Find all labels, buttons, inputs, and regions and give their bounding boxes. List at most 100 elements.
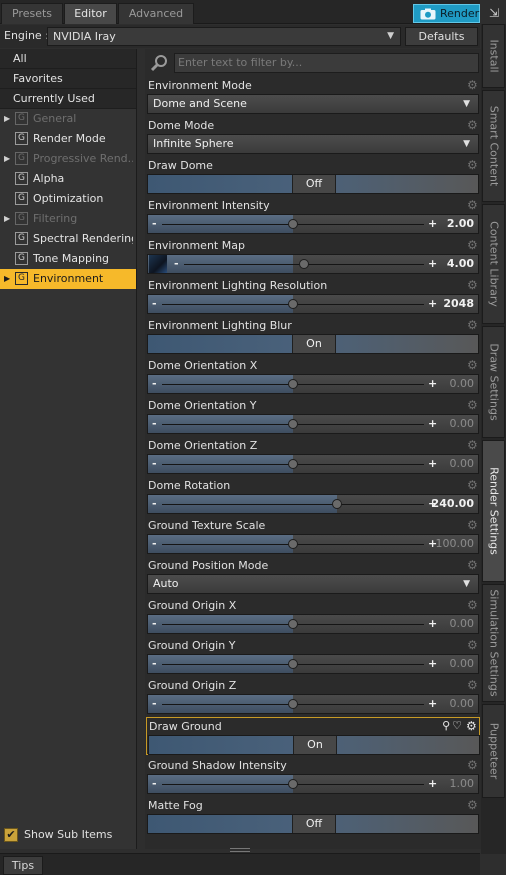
side-tab-render-settings[interactable]: Render Settings	[482, 440, 505, 582]
side-tab-simulation-settings[interactable]: Simulation Settings	[482, 584, 505, 702]
increment-button[interactable]: +	[428, 775, 437, 792]
property-toggle[interactable]: Off	[147, 814, 479, 834]
slider-value[interactable]: 0.00	[450, 375, 475, 393]
category-item-filtering[interactable]: ▶ G Filtering	[0, 209, 136, 229]
category-item-render-mode[interactable]: G Render Mode	[0, 129, 136, 149]
toggle-switch[interactable]: Off	[292, 815, 336, 833]
slider-knob[interactable]	[288, 379, 298, 389]
gear-icon[interactable]: ⚙	[467, 519, 479, 531]
expand-arrow-icon[interactable]: ▶	[4, 209, 10, 228]
side-tab-draw-settings[interactable]: Draw Settings	[482, 326, 505, 438]
side-tab-smart-content[interactable]: Smart Content	[482, 90, 505, 202]
gear-icon[interactable]: ⚙	[467, 759, 479, 771]
slider-value[interactable]: 2.00	[447, 215, 474, 233]
gear-icon[interactable]: ⚙	[467, 79, 479, 91]
expand-arrow-icon[interactable]: ▶	[4, 109, 10, 128]
slider-knob[interactable]	[288, 539, 298, 549]
slider-knob[interactable]	[288, 219, 298, 229]
gear-icon[interactable]: ⚙	[467, 279, 479, 291]
property-dropdown[interactable]: Auto ▼	[147, 574, 479, 594]
filter-currently-used[interactable]: Currently Used	[0, 89, 136, 109]
toggle-switch[interactable]: On	[292, 335, 336, 353]
decrement-button[interactable]: -	[152, 695, 157, 712]
filter-all[interactable]: All	[0, 49, 136, 69]
category-item-spectral-rendering[interactable]: G Spectral Rendering	[0, 229, 136, 249]
slider-knob[interactable]	[299, 259, 309, 269]
property-slider[interactable]: - +4.00	[147, 254, 479, 274]
category-item-tone-mapping[interactable]: G Tone Mapping	[0, 249, 136, 269]
slider-knob[interactable]	[331, 499, 342, 509]
increment-button[interactable]: +	[428, 415, 437, 432]
category-item-progressive-rend[interactable]: ▶ G Progressive Rend...	[0, 149, 136, 169]
increment-button[interactable]: +	[428, 215, 437, 232]
gear-icon[interactable]: ⚙	[467, 559, 479, 571]
property-slider[interactable]: - +0.00	[147, 654, 479, 674]
category-item-general[interactable]: ▶ G General	[0, 109, 136, 129]
slider-knob[interactable]	[288, 299, 298, 309]
category-item-optimization[interactable]: G Optimization	[0, 189, 136, 209]
toggle-switch[interactable]: Off	[292, 175, 336, 193]
decrement-button[interactable]: -	[152, 455, 157, 472]
increment-button[interactable]: +	[428, 255, 437, 272]
slider-knob[interactable]	[288, 419, 298, 429]
gear-icon[interactable]: ⚙	[467, 599, 479, 611]
gear-icon[interactable]: ⚙	[467, 199, 479, 211]
gear-icon[interactable]: ⚙	[467, 439, 479, 451]
gear-icon[interactable]: ⚙	[467, 639, 479, 651]
decrement-button[interactable]: -	[152, 295, 157, 312]
expand-arrow-icon[interactable]: ▶	[4, 269, 10, 288]
defaults-button[interactable]: Defaults	[405, 27, 478, 46]
slider-value[interactable]: 0.00	[450, 655, 475, 673]
gear-icon[interactable]: ⚙	[467, 679, 479, 691]
gear-icon[interactable]: ⚙	[467, 159, 479, 171]
property-slider[interactable]: - +2048	[147, 294, 479, 314]
checkbox-checked-icon[interactable]: ✔	[4, 828, 18, 842]
slider-value[interactable]: 4.00	[447, 255, 474, 273]
decrement-button[interactable]: -	[152, 495, 157, 512]
slider-knob[interactable]	[288, 619, 298, 629]
increment-button[interactable]: +	[428, 455, 437, 472]
gear-icon[interactable]: ⚙	[467, 119, 479, 131]
decrement-button[interactable]: -	[152, 775, 157, 792]
increment-button[interactable]: +	[428, 375, 437, 392]
render-button[interactable]: Render	[413, 4, 480, 23]
property-toggle[interactable]: On	[148, 735, 480, 755]
decrement-button[interactable]: -	[152, 535, 157, 552]
decrement-button[interactable]: -	[152, 215, 157, 232]
tab-presets[interactable]: Presets	[1, 3, 63, 24]
slider-value[interactable]: 240.00	[432, 495, 474, 513]
gear-icon[interactable]: ⚙	[467, 239, 479, 251]
property-slider[interactable]: - +0.00	[147, 454, 479, 474]
tab-editor[interactable]: Editor	[64, 3, 117, 24]
slider-knob[interactable]	[288, 779, 298, 789]
toggle-switch[interactable]: On	[293, 736, 337, 754]
property-slider[interactable]: - +0.00	[147, 414, 479, 434]
slider-value[interactable]: 2048	[443, 295, 474, 313]
property-slider[interactable]: - +0.00	[147, 614, 479, 634]
filter-input[interactable]: Enter text to filter by...	[174, 53, 479, 73]
slider-knob[interactable]	[288, 659, 298, 669]
property-dropdown[interactable]: Infinite Sphere ▼	[147, 134, 479, 154]
increment-button[interactable]: +	[428, 655, 437, 672]
slider-value[interactable]: 0.00	[450, 695, 475, 713]
side-tab-install[interactable]: Install	[482, 24, 505, 88]
property-toggle[interactable]: Off	[147, 174, 479, 194]
gear-icon[interactable]: ⚙	[466, 720, 478, 732]
gear-icon[interactable]: ⚙	[467, 359, 479, 371]
property-slider[interactable]: - +100.00	[147, 534, 479, 554]
decrement-button[interactable]: -	[152, 415, 157, 432]
decrement-button[interactable]: -	[174, 255, 179, 272]
engine-select[interactable]: NVIDIA Iray ▼	[47, 27, 401, 46]
increment-button[interactable]: +	[428, 695, 437, 712]
tab-advanced[interactable]: Advanced	[118, 3, 194, 24]
expand-arrow-icon[interactable]: ▶	[4, 149, 10, 168]
tab-tips[interactable]: Tips	[3, 856, 43, 875]
slider-knob[interactable]	[288, 459, 298, 469]
splitter-handle[interactable]	[230, 848, 250, 852]
filter-favorites[interactable]: Favorites	[0, 69, 136, 89]
property-slider[interactable]: - +1.00	[147, 774, 479, 794]
property-toggle[interactable]: On	[147, 334, 479, 354]
increment-button[interactable]: +	[428, 295, 437, 312]
slider-value[interactable]: 1.00	[450, 775, 475, 793]
property-slider[interactable]: - +2.00	[147, 214, 479, 234]
